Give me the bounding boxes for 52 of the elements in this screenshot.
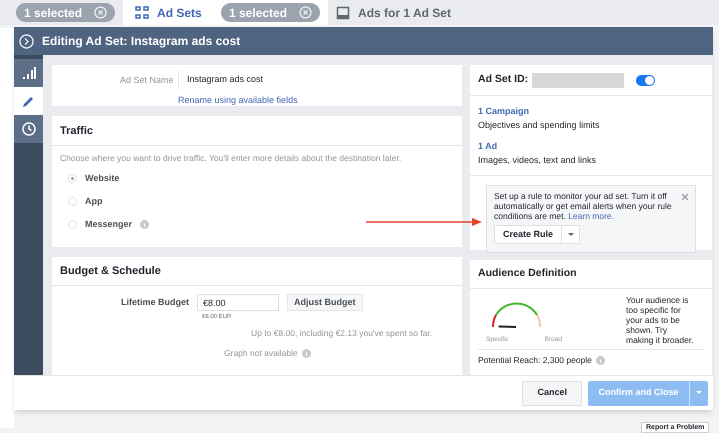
clock-icon[interactable] xyxy=(22,122,36,136)
cancel-button[interactable]: Cancel xyxy=(522,380,582,406)
section-description: Choose where you want to drive traffic. You'll enter more details about the destination later. xyxy=(59,152,402,166)
grid-icon xyxy=(135,6,150,20)
rename-link[interactable]: Rename using available fields xyxy=(178,94,298,108)
clear-icon[interactable] xyxy=(299,6,312,19)
radio-button[interactable] xyxy=(68,174,77,184)
potential-reach: Potential Reach: 2,300 people xyxy=(478,354,592,367)
option-label: App xyxy=(85,194,102,208)
info-icon xyxy=(140,220,150,230)
option-label: Messenger xyxy=(85,218,132,231)
radio-button[interactable] xyxy=(68,220,77,230)
option-label: Website xyxy=(85,172,120,185)
rail-tab[interactable] xyxy=(14,115,43,143)
rule-tip-text: Set up a rule to monitor your ad set. Turn it off automatically or get email alerts when your rule conditions are met. Learn more. xyxy=(494,191,673,221)
radio-button[interactable] xyxy=(68,197,77,206)
signal-bars-icon[interactable] xyxy=(22,67,36,79)
collapse-icon[interactable] xyxy=(19,34,34,48)
pencil-icon[interactable] xyxy=(22,94,35,108)
learn-more-link[interactable]: Learn more. xyxy=(568,211,614,221)
clear-icon[interactable] xyxy=(94,6,108,19)
rail-tab[interactable] xyxy=(14,87,43,115)
selection-count: 1 selected xyxy=(229,4,288,22)
screen-icon xyxy=(336,6,350,20)
info-icon xyxy=(302,348,311,358)
rail-tab[interactable] xyxy=(14,59,43,87)
section-title: Budget & Schedule xyxy=(52,257,462,286)
graph-note: Graph not available xyxy=(224,346,298,360)
create-rule-button[interactable]: Create Rule xyxy=(494,225,580,244)
tab[interactable]: Ad Sets 1 selected xyxy=(123,0,328,25)
ad-set-id-label: Ad Set ID: xyxy=(478,72,528,88)
info-icon xyxy=(596,356,605,365)
tab-label: Ads for 1 Ad Set xyxy=(358,4,451,22)
summary-link[interactable]: 1 Ad xyxy=(478,140,704,154)
adjust-budget-button[interactable]: Adjust Budget xyxy=(287,294,362,312)
spend-note: Up to €8.00, including €2.13 you've spent so far. xyxy=(250,327,434,340)
selection-count: 1 selected xyxy=(24,4,82,22)
summary-subtitle: Images, videos, text and links xyxy=(478,154,598,167)
section-title: Traffic xyxy=(52,116,462,146)
tab-label: Ad Sets xyxy=(157,4,202,22)
field-label: Lifetime Budget xyxy=(120,296,190,310)
field-label: Ad Set Name xyxy=(120,74,174,87)
name-input[interactable]: Instagram ads cost xyxy=(178,70,438,90)
caret-icon[interactable] xyxy=(568,232,574,237)
audience-message: Your audience is too specific for your ads to be shown. Try making it broader. xyxy=(626,295,695,345)
section-title: Audience Definition xyxy=(470,260,712,289)
summary-subtitle: Objectives and spending limits xyxy=(478,118,601,132)
budget-input[interactable]: €8.00 xyxy=(197,294,279,312)
close-icon[interactable] xyxy=(682,194,688,200)
dialog-title: Editing Ad Set: Instagram ads cost xyxy=(42,33,240,50)
status-toggle[interactable] xyxy=(636,74,656,86)
summary-link[interactable]: 1 Campaign xyxy=(478,105,704,118)
